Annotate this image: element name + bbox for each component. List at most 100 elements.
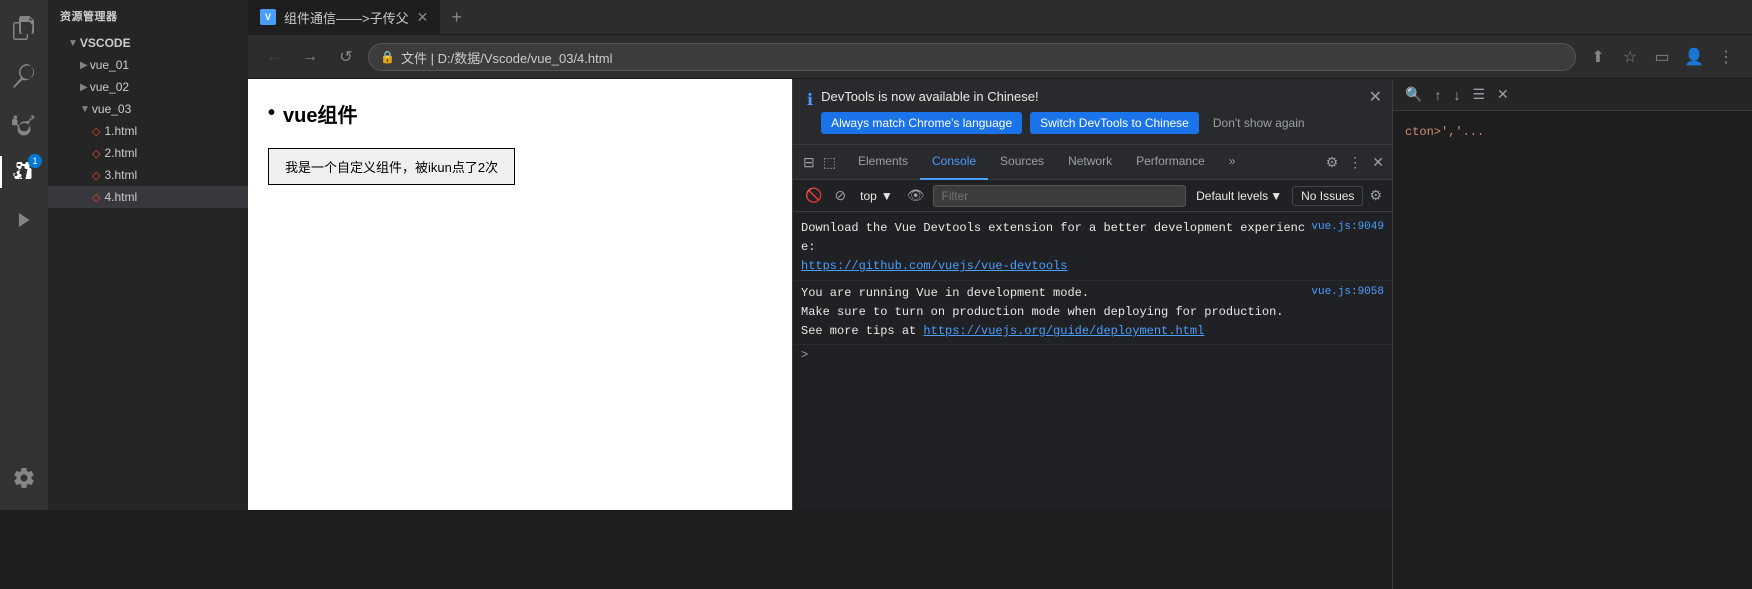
sidebar-item-3html[interactable]: ◇ 3.html [48, 164, 248, 186]
switch-language-button[interactable]: Switch DevTools to Chinese [1030, 112, 1199, 134]
sidebar-item-2html[interactable]: ◇ 2.html [48, 142, 248, 164]
console-source-0[interactable]: vue.js:9049 [1311, 219, 1384, 237]
html-file-icon: ◇ [92, 125, 100, 138]
right-panel: 🔍 ↑ ↓ ☰ ✕ cton>','... [1392, 79, 1752, 589]
level-label: Default levels [1196, 189, 1268, 203]
root-caret: ▼ [68, 38, 78, 49]
code-line-1: cton>','... [1405, 123, 1740, 142]
console-filter-icon[interactable]: ⊘ [830, 185, 850, 206]
sidebar-run-icon[interactable] [0, 196, 48, 244]
more-menu-icon[interactable]: ⋮ [1712, 43, 1740, 71]
file-4html-label: 4.html [104, 190, 137, 204]
back-button[interactable]: ← [260, 43, 288, 71]
right-down-icon[interactable]: ↓ [1449, 83, 1464, 107]
sidebar-toggle-icon[interactable]: ▭ [1648, 43, 1676, 71]
right-list-icon[interactable]: ☰ [1468, 82, 1489, 107]
lock-icon: 🔒 [380, 50, 395, 64]
tab-elements-label: Elements [858, 154, 908, 168]
eye-icon[interactable]: 👁 [903, 185, 929, 206]
extensions-badge: 1 [28, 154, 42, 168]
devtools-panel: ℹ DevTools is now available in Chinese! … [792, 79, 1392, 510]
console-link-deployment[interactable]: https://vuejs.org/guide/deployment.html [923, 324, 1204, 338]
right-up-icon[interactable]: ↑ [1430, 83, 1445, 107]
webpage-content: vue组件 我是一个自定义组件，被ikun点了2次 [248, 79, 792, 510]
tab-more-label: » [1229, 154, 1236, 168]
explorer-header: 资源管理器 [48, 0, 248, 32]
vue02-label: vue_02 [90, 80, 129, 94]
vue03-caret: ▼ [80, 104, 90, 115]
right-close-icon[interactable]: ✕ [1493, 82, 1513, 107]
browser-action-icons: ⬆ ☆ ▭ 👤 ⋮ [1584, 43, 1740, 71]
issues-button[interactable]: No Issues [1292, 186, 1363, 206]
devtools-banner: ℹ DevTools is now available in Chinese! … [793, 79, 1392, 145]
browser-tab[interactable]: V 组件通信——>子传父 ✕ [248, 0, 441, 34]
tab-sources[interactable]: Sources [988, 145, 1056, 180]
devtools-toggle-icons: ⊟ ⬚ [793, 150, 846, 175]
share-icon[interactable]: ⬆ [1584, 43, 1612, 71]
level-selector[interactable]: Default levels ▼ [1190, 187, 1288, 205]
console-output: Download the Vue Devtools extension for … [793, 212, 1392, 510]
explorer-root[interactable]: ▼ VSCODE [48, 32, 248, 54]
tab-performance[interactable]: Performance [1124, 145, 1217, 180]
console-entry-1-content: You are running Vue in development mode.… [801, 284, 1307, 342]
address-display[interactable]: 文件 | D:/数据/Vscode/vue_03/4.html [368, 43, 1576, 71]
vue01-caret: ▶ [80, 60, 88, 71]
context-selector[interactable]: top ▼ [854, 187, 899, 205]
reload-button[interactable]: ↺ [332, 43, 360, 71]
tab-close-button[interactable]: ✕ [417, 9, 429, 26]
sidebar-item-vue02[interactable]: ▶ vue_02 [48, 76, 248, 98]
tab-console[interactable]: Console [920, 145, 988, 180]
root-label: VSCODE [80, 36, 131, 50]
sidebar-git-icon[interactable] [0, 100, 48, 148]
banner-close-icon[interactable]: ✕ [1369, 87, 1382, 107]
sidebar-explorer-icon[interactable] [0, 4, 48, 52]
sidebar-item-4html[interactable]: ◇ 4.html [48, 186, 248, 208]
dismiss-button[interactable]: Don't show again [1207, 112, 1311, 134]
sidebar-extensions-icon[interactable]: 1 [0, 148, 48, 196]
tab-performance-label: Performance [1136, 154, 1205, 168]
profile-icon[interactable]: 👤 [1680, 43, 1708, 71]
console-source-1[interactable]: vue.js:9058 [1311, 284, 1384, 302]
new-tab-button[interactable]: + [441, 0, 472, 34]
devtools-inspect-icon[interactable]: ⬚ [819, 150, 840, 175]
always-match-button[interactable]: Always match Chrome's language [821, 112, 1022, 134]
address-wrapper: 🔒 文件 | D:/数据/Vscode/vue_03/4.html [368, 43, 1576, 71]
devtools-kebab-icon[interactable]: ⋮ [1344, 150, 1366, 175]
console-filter-input[interactable] [933, 185, 1187, 207]
address-bar: ← → ↺ 🔒 文件 | D:/数据/Vscode/vue_03/4.html … [248, 35, 1752, 79]
vue03-label: vue_03 [92, 102, 131, 116]
console-settings-icon[interactable]: ⚙ [1367, 185, 1384, 206]
right-search-icon[interactable]: 🔍 [1401, 82, 1426, 107]
sidebar-item-1html[interactable]: ◇ 1.html [48, 120, 248, 142]
console-text-1c: See more tips at [801, 324, 923, 338]
tab-console-label: Console [932, 154, 976, 168]
forward-button[interactable]: → [296, 43, 324, 71]
console-link-devtools[interactable]: https://github.com/vuejs/vue-devtools [801, 259, 1067, 273]
banner-content: DevTools is now available in Chinese! Al… [821, 89, 1378, 134]
bookmark-icon[interactable]: ☆ [1616, 43, 1644, 71]
console-toolbar: 🚫 ⊘ top ▼ 👁 Default levels ▼ No Issues ⚙ [793, 180, 1392, 212]
sidebar-item-vue01[interactable]: ▶ vue_01 [48, 54, 248, 76]
tab-elements[interactable]: Elements [846, 145, 920, 180]
file-2html-label: 2.html [104, 146, 137, 160]
sidebar-search-icon[interactable] [0, 52, 48, 100]
console-clear-button[interactable]: 🚫 [801, 185, 826, 206]
html-file-icon-2: ◇ [92, 147, 100, 160]
console-prompt[interactable]: > [793, 345, 1392, 365]
tab-network[interactable]: Network [1056, 145, 1124, 180]
vue01-label: vue_01 [90, 58, 129, 72]
tab-more[interactable]: » [1217, 145, 1248, 180]
component-button[interactable]: 我是一个自定义组件，被ikun点了2次 [268, 148, 515, 185]
devtools-dock-icon[interactable]: ⊟ [799, 150, 819, 175]
devtools-settings-icon[interactable]: ⚙ [1322, 150, 1343, 175]
sidebar-settings-icon[interactable] [0, 454, 48, 502]
level-caret: ▼ [1270, 189, 1282, 203]
right-panel-content: cton>','... [1393, 111, 1752, 589]
file-1html-label: 1.html [104, 124, 137, 138]
console-entry-1: You are running Vue in development mode.… [793, 281, 1392, 346]
browser-body: vue组件 我是一个自定义组件，被ikun点了2次 ℹ DevTools is … [248, 79, 1752, 510]
sidebar-item-vue03[interactable]: ▼ vue_03 [48, 98, 248, 120]
console-text-1a: You are running Vue in development mode. [801, 286, 1089, 300]
banner-message: DevTools is now available in Chinese! [821, 89, 1378, 104]
devtools-close-icon[interactable]: ✕ [1368, 150, 1388, 175]
